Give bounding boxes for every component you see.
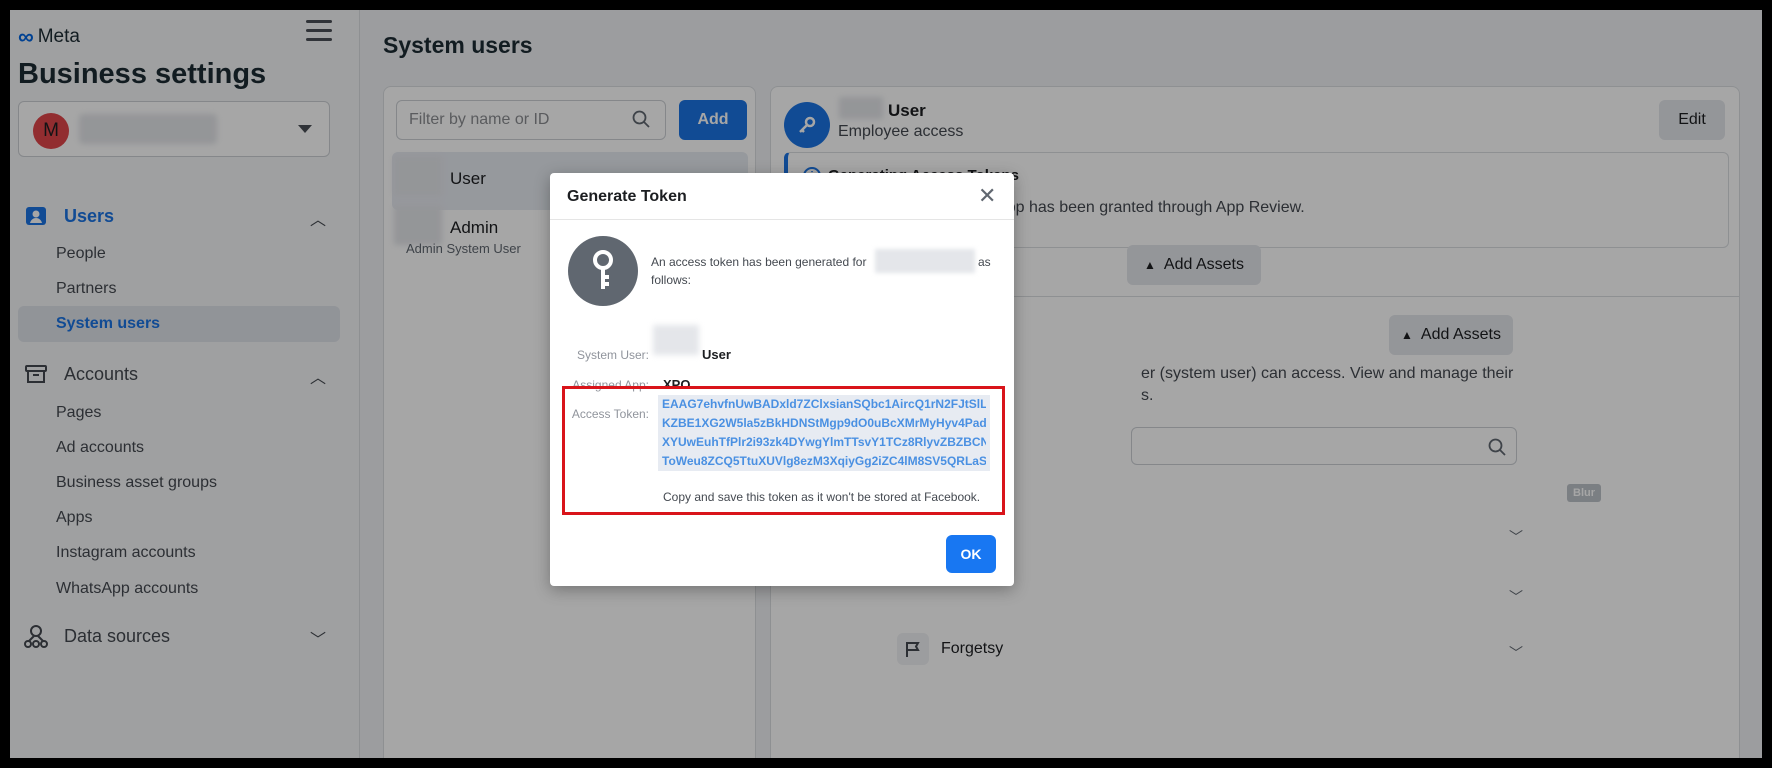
- system-user-value: User: [702, 347, 731, 362]
- dialog-intro-text: An access token has been generated for: [651, 255, 867, 269]
- dialog-intro-text: follows:: [651, 273, 692, 287]
- dialog-intro-text: as: [978, 255, 991, 269]
- system-user-label: System User:: [576, 348, 649, 362]
- dialog-title: Generate Token: [567, 188, 687, 205]
- access-token-label: Access Token:: [571, 407, 649, 421]
- redacted-name: [875, 249, 975, 273]
- ok-button[interactable]: OK: [946, 535, 996, 573]
- divider: [550, 219, 1014, 220]
- redacted-name: [653, 325, 699, 355]
- access-token-value[interactable]: EAAG7ehvfnUwBADxld7ZClxsianSQbc1AircQ1rN…: [658, 395, 990, 471]
- token-line: KZBE1XG2W5la5zBkHDNStMgp9dO0uBcXMrMyHyv4…: [662, 416, 986, 430]
- token-line: XYUwEuhTfPlr2i93zk4DYwgYlmTTsvY1TCz8Rlyv…: [662, 435, 986, 449]
- app-window: ∞ Meta Business settings M Users ︿ Peopl…: [10, 10, 1762, 758]
- generate-token-dialog: Generate Token ✕ An access token has bee…: [550, 173, 1014, 586]
- key-icon: [568, 236, 638, 306]
- token-line: ToWeu8ZCQ5TtuXUVlg8ezM3XqiyGg2iZC4lM8SV5…: [662, 454, 986, 468]
- close-icon[interactable]: ✕: [978, 185, 996, 207]
- token-line: EAAG7ehvfnUwBADxld7ZClxsianSQbc1AircQ1rN…: [662, 397, 986, 411]
- token-note: Copy and save this token as it won't be …: [663, 490, 981, 504]
